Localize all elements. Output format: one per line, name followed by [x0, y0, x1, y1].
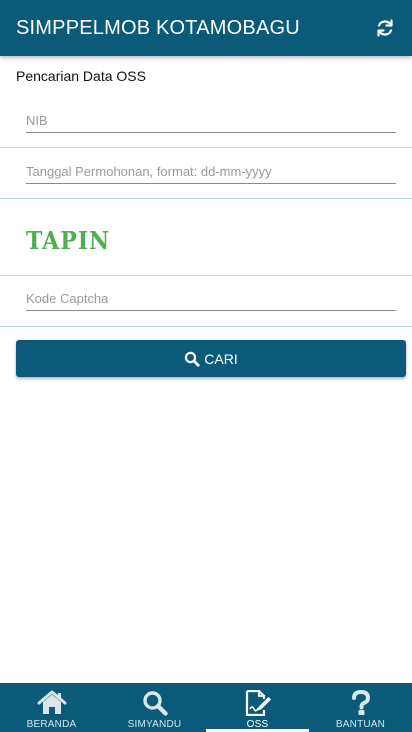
nav-label-simyandu: SIMYANDU [127, 719, 182, 730]
app-title: SIMPPELMOB KOTAMOBAGU [16, 16, 300, 39]
nav-item-simyandu[interactable]: SIMYANDU [103, 683, 206, 732]
question-icon [350, 690, 372, 716]
tanggal-permohonan-input[interactable] [26, 160, 396, 184]
home-icon [37, 690, 67, 716]
cari-button[interactable]: CARI [16, 340, 406, 377]
nav-item-beranda[interactable]: BERANDA [0, 683, 103, 732]
tanggal-field-block [0, 148, 412, 199]
bottom-nav: BERANDA SIMYANDU OSS BANTUAN [0, 683, 412, 732]
section-title: Pencarian Data OSS [16, 68, 146, 84]
refresh-icon[interactable] [372, 15, 398, 41]
nav-label-bantuan: BANTUAN [335, 719, 386, 730]
captcha-image: TAPIN [26, 226, 111, 255]
nib-field-block [0, 96, 412, 148]
search-icon [142, 690, 168, 716]
captcha-input[interactable] [26, 287, 396, 311]
search-icon [184, 351, 200, 367]
nav-item-oss[interactable]: OSS [206, 683, 309, 732]
nav-item-bantuan[interactable]: BANTUAN [309, 683, 412, 732]
captcha-field-block [0, 276, 412, 327]
nav-label-beranda: BERANDA [26, 719, 77, 730]
nib-input[interactable] [26, 109, 396, 133]
sign-document-icon [244, 690, 272, 716]
cari-button-label: CARI [204, 350, 238, 367]
nav-label-oss: OSS [246, 719, 269, 730]
app-bar: SIMPPELMOB KOTAMOBAGU [0, 0, 412, 56]
